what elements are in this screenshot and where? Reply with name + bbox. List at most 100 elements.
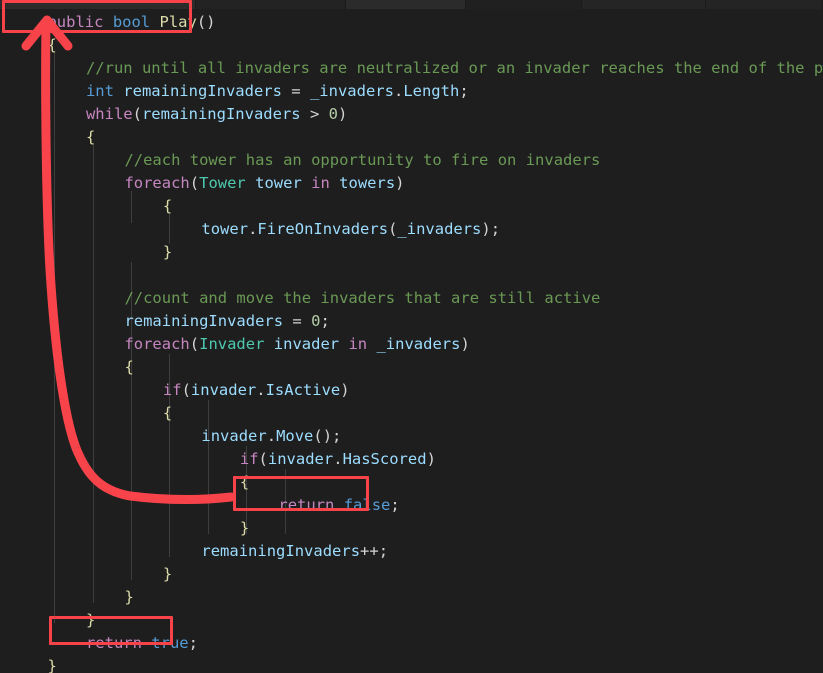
code-line[interactable]: public bool Play() <box>47 11 215 34</box>
code-line[interactable]: //count and move the invaders that are s… <box>124 287 600 310</box>
code-token-type: int <box>85 82 114 100</box>
code-token-punct <box>246 174 255 192</box>
code-token-var: invader <box>201 427 267 445</box>
code-line[interactable]: } <box>86 609 95 632</box>
code-line[interactable]: //run until all invaders are neutralized… <box>86 57 823 80</box>
code-line[interactable]: int remainingInvaders = _invaders.Length… <box>86 80 469 103</box>
code-line[interactable]: foreach(Tower tower in towers) <box>124 172 404 195</box>
code-token-var: Length <box>403 82 460 100</box>
code-token-kw: public <box>47 13 104 31</box>
code-token-fn: Play <box>159 13 197 31</box>
code-line[interactable]: } <box>47 655 56 673</box>
code-token-punct: ( <box>189 335 200 353</box>
code-token-brace: { <box>239 473 250 491</box>
code-line[interactable]: } <box>240 517 249 540</box>
tab-segment[interactable] <box>581 0 706 9</box>
code-token-kw: foreach <box>124 174 190 192</box>
code-token-punct: ; <box>320 312 330 330</box>
code-token-var: invader <box>190 381 257 399</box>
tab-segment[interactable] <box>0 0 196 9</box>
code-line[interactable]: remainingInvaders++; <box>201 540 388 563</box>
code-token-class: Invader <box>199 335 265 353</box>
code-token-punct <box>301 105 310 123</box>
code-token-brace: } <box>162 565 173 583</box>
code-line[interactable]: if(invader.IsActive) <box>163 379 350 402</box>
tab-segment[interactable] <box>346 0 466 9</box>
code-token-type: true <box>151 634 189 652</box>
code-token-kw: if <box>162 381 182 399</box>
code-token-var: remainingInvaders <box>201 542 361 560</box>
code-line[interactable]: } <box>163 241 172 264</box>
code-line[interactable]: invader.Move(); <box>201 425 341 448</box>
code-token-punct: () <box>196 13 216 31</box>
code-token-punct: ) <box>460 335 470 353</box>
code-line[interactable]: } <box>124 586 133 609</box>
code-token-brace: { <box>47 36 57 54</box>
code-editor-screenshot: public bool Play() { //run until all invad… <box>0 0 823 673</box>
code-line[interactable]: return false; <box>278 494 399 517</box>
code-token-var: invader <box>273 335 340 353</box>
code-token-punct: (); <box>313 427 342 445</box>
code-line[interactable]: { <box>124 356 133 379</box>
code-token-punct: . <box>393 82 404 100</box>
code-token-brace: } <box>124 588 134 606</box>
code-token-punct: ) <box>395 174 405 192</box>
code-line[interactable]: { <box>86 126 95 149</box>
code-token-var: IsActive <box>265 381 341 399</box>
code-token-kw: if <box>239 450 259 468</box>
code-token-punct <box>282 82 291 100</box>
tab-segment[interactable] <box>195 0 347 9</box>
code-line[interactable]: foreach(Invader invader in _invaders) <box>124 333 469 356</box>
code-token-punct: ) <box>340 381 350 399</box>
code-line[interactable]: { <box>163 195 172 218</box>
code-token-punct: . <box>333 450 343 468</box>
code-token-kw: return <box>278 496 335 514</box>
code-token-brace: } <box>47 657 57 673</box>
code-line[interactable]: if(invader.HasScored) <box>240 448 436 471</box>
code-editor-surface[interactable]: public bool Play() { //run until all invad… <box>0 9 823 673</box>
code-token-var: Move <box>276 427 314 445</box>
code-line[interactable]: { <box>163 402 172 425</box>
code-token-op: = <box>292 312 302 330</box>
code-token-punct <box>302 312 311 330</box>
code-token-var: remainingInvaders <box>141 105 301 123</box>
code-token-brace: { <box>162 404 173 422</box>
code-token-punct <box>330 174 339 192</box>
code-token-var: remainingInvaders <box>123 82 282 100</box>
code-token-punct <box>264 335 273 353</box>
code-line[interactable]: } <box>163 563 172 586</box>
indent-guide <box>169 214 170 244</box>
code-line[interactable]: //each tower has an opportunity to fire … <box>124 149 600 172</box>
editor-tab-strip[interactable] <box>0 0 823 9</box>
code-token-brace: { <box>85 128 96 146</box>
code-token-var: tower <box>255 174 302 192</box>
code-token-var: tower <box>201 220 249 238</box>
code-token-kw: while <box>85 105 133 123</box>
code-token-var: FireOnInvaders <box>257 220 389 238</box>
code-token-var: towers <box>339 174 396 192</box>
code-token-punct: . <box>266 427 277 445</box>
code-token-punct <box>114 82 123 100</box>
code-line[interactable]: { <box>47 34 56 57</box>
code-token-punct: ; <box>459 82 469 100</box>
tab-segment[interactable] <box>465 0 582 9</box>
code-token-punct <box>302 174 311 192</box>
code-token-punct <box>301 82 310 100</box>
code-line[interactable]: return true; <box>86 632 198 655</box>
code-line[interactable]: remainingInvaders = 0; <box>124 310 329 333</box>
code-token-punct: . <box>248 220 258 238</box>
code-token-kw: in <box>311 174 330 192</box>
code-token-op: = <box>291 82 301 100</box>
code-line[interactable]: tower.FireOnInvaders(_invaders); <box>201 218 500 241</box>
code-line[interactable]: { <box>240 471 249 494</box>
code-token-type: false <box>343 496 391 514</box>
tab-segment[interactable] <box>705 0 823 9</box>
code-token-punct <box>319 105 328 123</box>
code-line[interactable]: while(remainingInvaders > 0) <box>86 103 347 126</box>
indent-guide <box>208 400 209 534</box>
code-token-punct: ( <box>189 174 200 192</box>
indent-guide <box>93 145 94 603</box>
indent-guide <box>131 191 132 223</box>
code-token-punct: ; <box>188 634 198 652</box>
code-token-num: 0 <box>328 105 338 123</box>
